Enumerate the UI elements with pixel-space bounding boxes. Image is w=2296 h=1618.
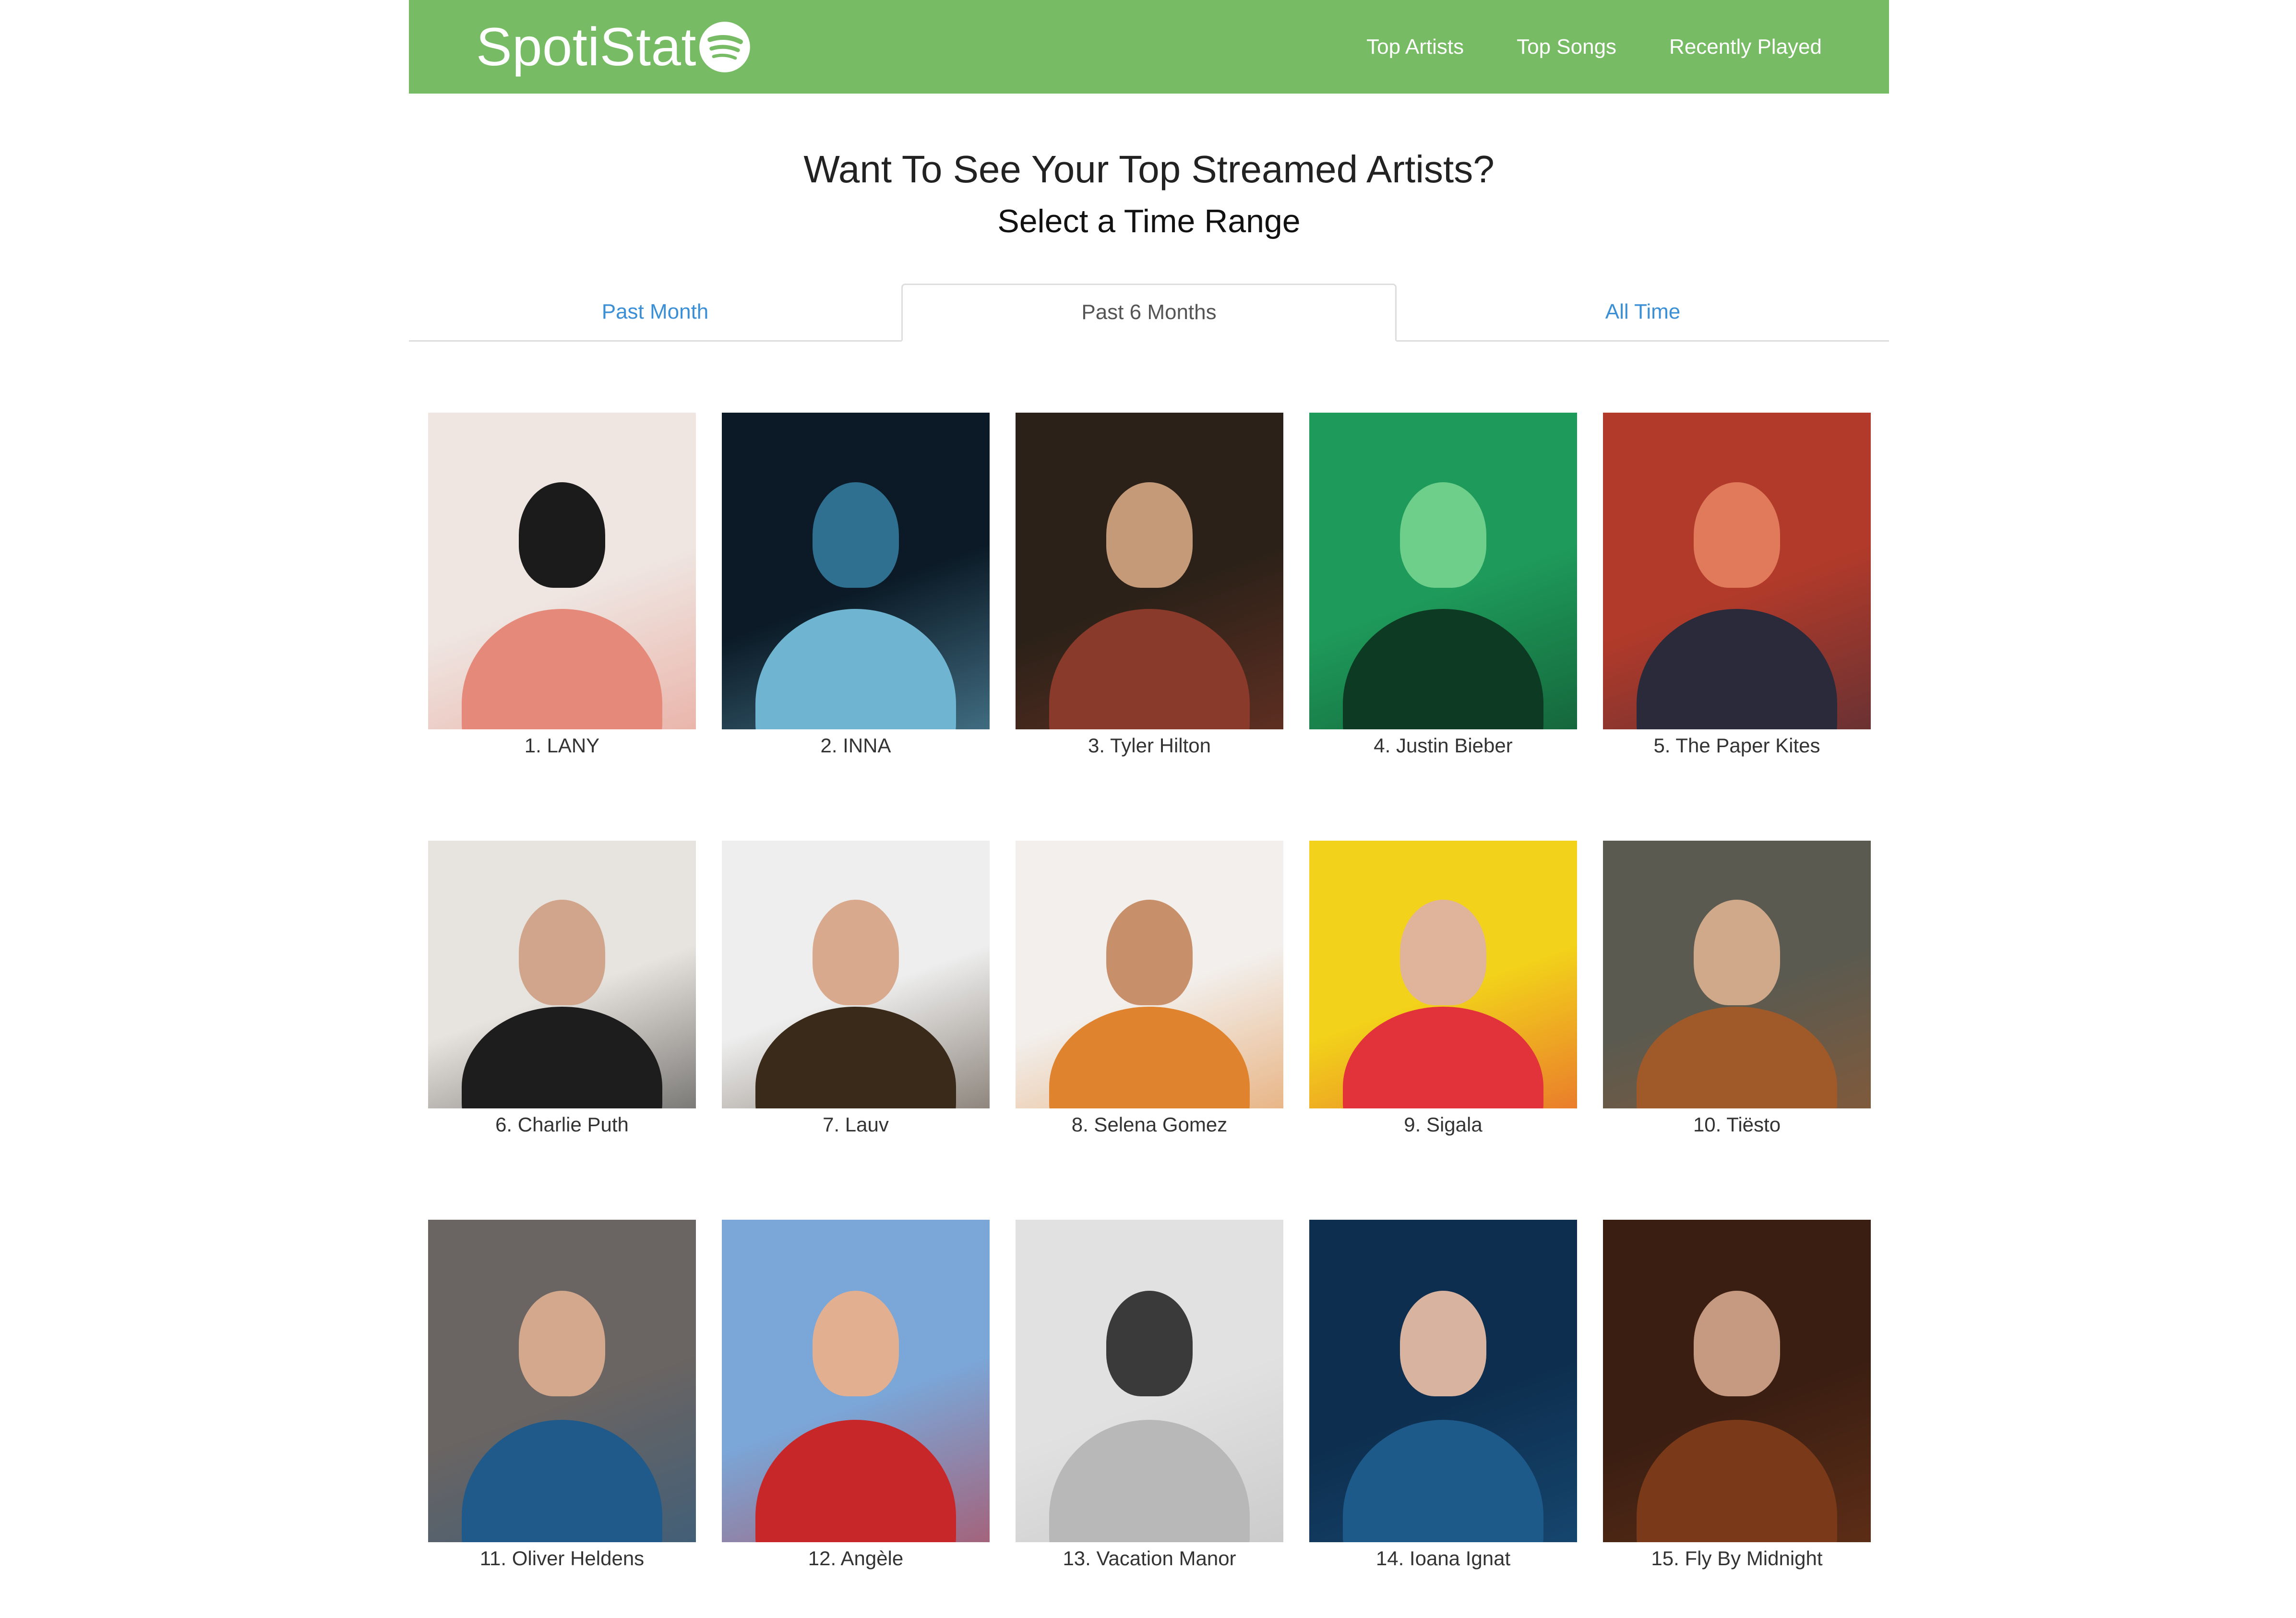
tab-all-time[interactable]: All Time bbox=[1397, 284, 1889, 340]
artist-silhouette-body bbox=[1343, 609, 1543, 729]
artist-name: 5. The Paper Kites bbox=[1653, 734, 1820, 757]
artist-silhouette-body bbox=[1343, 1007, 1543, 1108]
artist-card[interactable]: 11. Oliver Heldens bbox=[428, 1220, 696, 1570]
artist-name: 1. LANY bbox=[524, 734, 600, 757]
artist-name: 4. Justin Bieber bbox=[1374, 734, 1513, 757]
artist-name: 7. Lauv bbox=[823, 1113, 889, 1136]
artist-image bbox=[1603, 1220, 1871, 1542]
artist-silhouette-head bbox=[519, 1291, 605, 1396]
artist-card[interactable]: 6. Charlie Puth bbox=[428, 841, 696, 1136]
artist-image bbox=[1309, 1220, 1577, 1542]
artist-card[interactable]: 13. Vacation Manor bbox=[1016, 1220, 1283, 1570]
artist-silhouette-body bbox=[755, 1420, 956, 1542]
artist-silhouette-body bbox=[462, 1420, 662, 1542]
artist-image bbox=[428, 841, 696, 1108]
time-range-tabs: Past Month Past 6 Months All Time bbox=[409, 283, 1889, 342]
artist-silhouette-head bbox=[1400, 482, 1486, 588]
artist-name: 6. Charlie Puth bbox=[495, 1113, 629, 1136]
artist-name: 8. Selena Gomez bbox=[1071, 1113, 1228, 1136]
nav-top-songs[interactable]: Top Songs bbox=[1517, 35, 1616, 59]
artist-silhouette-head bbox=[519, 482, 605, 588]
artist-name: 15. Fly By Midnight bbox=[1651, 1547, 1823, 1570]
artist-card[interactable]: 3. Tyler Hilton bbox=[1016, 413, 1283, 757]
artist-image bbox=[1309, 841, 1577, 1108]
nav-top-artists[interactable]: Top Artists bbox=[1366, 35, 1464, 59]
main-container: SpotiStat Top Artists Top Songs Recently… bbox=[409, 0, 1889, 1570]
artist-silhouette-body bbox=[1343, 1420, 1543, 1542]
artist-image bbox=[1016, 413, 1283, 729]
artist-image bbox=[1016, 841, 1283, 1108]
artist-card[interactable]: 7. Lauv bbox=[722, 841, 990, 1136]
artist-name: 11. Oliver Heldens bbox=[479, 1547, 645, 1570]
artist-silhouette-body bbox=[1049, 1007, 1250, 1108]
artist-image bbox=[722, 1220, 990, 1542]
artist-card[interactable]: 9. Sigala bbox=[1309, 841, 1577, 1136]
spotify-logo-icon bbox=[699, 21, 750, 72]
brand-link[interactable]: SpotiStat bbox=[476, 20, 751, 74]
tab-past-6-months[interactable]: Past 6 Months bbox=[901, 283, 1397, 342]
artist-image bbox=[428, 413, 696, 729]
artist-silhouette-body bbox=[1637, 609, 1837, 729]
artist-name: 9. Sigala bbox=[1404, 1113, 1483, 1136]
artist-name: 2. INNA bbox=[820, 734, 891, 757]
artist-silhouette-head bbox=[813, 1291, 899, 1396]
artist-silhouette-head bbox=[813, 482, 899, 588]
artist-silhouette-body bbox=[1637, 1007, 1837, 1108]
page-title: Want To See Your Top Streamed Artists? bbox=[803, 148, 1495, 190]
artist-card[interactable]: 15. Fly By Midnight bbox=[1603, 1220, 1871, 1570]
artist-silhouette-body bbox=[462, 609, 662, 729]
artist-silhouette-body bbox=[755, 609, 956, 729]
artist-name: 14. Ioana Ignat bbox=[1375, 1547, 1511, 1570]
artist-silhouette-head bbox=[1400, 900, 1486, 1005]
artist-silhouette-head bbox=[1400, 1291, 1486, 1396]
artist-card[interactable]: 12. Angèle bbox=[722, 1220, 990, 1570]
artist-silhouette-head bbox=[1694, 1291, 1780, 1396]
brand-name: SpotiStat bbox=[476, 16, 697, 77]
artist-image bbox=[1603, 841, 1871, 1108]
artist-image bbox=[1309, 413, 1577, 729]
artist-silhouette-head bbox=[1106, 1291, 1193, 1396]
artist-silhouette-body bbox=[1637, 1420, 1837, 1542]
artist-silhouette-body bbox=[1049, 1420, 1250, 1542]
artist-card[interactable]: 10. Tiësto bbox=[1603, 841, 1871, 1136]
artist-silhouette-body bbox=[462, 1007, 662, 1108]
nav-recently-played[interactable]: Recently Played bbox=[1669, 35, 1822, 59]
artist-card[interactable]: 4. Justin Bieber bbox=[1309, 413, 1577, 757]
artist-silhouette-head bbox=[1694, 900, 1780, 1005]
artist-name: 13. Vacation Manor bbox=[1063, 1547, 1236, 1570]
page: SpotiStat Top Artists Top Songs Recently… bbox=[0, 0, 2296, 1618]
navbar: SpotiStat Top Artists Top Songs Recently… bbox=[409, 0, 1889, 94]
artist-card[interactable]: 8. Selena Gomez bbox=[1016, 841, 1283, 1136]
artist-silhouette-head bbox=[519, 900, 605, 1005]
artist-silhouette-head bbox=[1106, 482, 1193, 588]
artist-image bbox=[428, 1220, 696, 1542]
artist-image bbox=[722, 841, 990, 1108]
nav-links: Top Artists Top Songs Recently Played bbox=[1366, 35, 1822, 59]
artist-name: 3. Tyler Hilton bbox=[1088, 734, 1211, 757]
artist-image bbox=[722, 413, 990, 729]
artist-card[interactable]: 1. LANY bbox=[428, 413, 696, 757]
artist-silhouette-body bbox=[1049, 609, 1250, 729]
page-subtitle: Select a Time Range bbox=[997, 203, 1301, 239]
artist-silhouette-body bbox=[755, 1007, 956, 1108]
artist-silhouette-head bbox=[813, 900, 899, 1005]
artist-silhouette-head bbox=[1106, 900, 1193, 1005]
artist-card[interactable]: 2. INNA bbox=[722, 413, 990, 757]
artist-name: 10. Tiësto bbox=[1693, 1113, 1781, 1136]
artist-image bbox=[1603, 413, 1871, 729]
artist-card[interactable]: 14. Ioana Ignat bbox=[1309, 1220, 1577, 1570]
artist-silhouette-head bbox=[1694, 482, 1780, 588]
artist-name: 12. Angèle bbox=[808, 1547, 904, 1570]
artist-card[interactable]: 5. The Paper Kites bbox=[1603, 413, 1871, 757]
tab-past-month[interactable]: Past Month bbox=[409, 284, 901, 340]
artist-image bbox=[1016, 1220, 1283, 1542]
